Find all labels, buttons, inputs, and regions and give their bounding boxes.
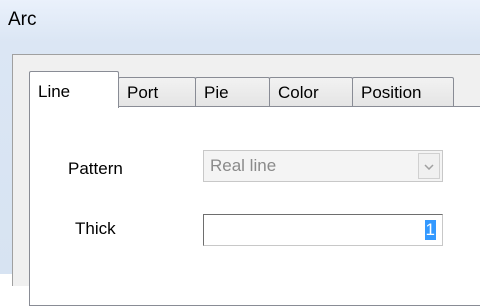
thick-input[interactable]: 1 — [203, 214, 443, 246]
title-bar[interactable]: Arc — [0, 0, 480, 42]
pattern-label: Pattern — [68, 159, 123, 178]
chevron-down-icon — [424, 164, 434, 170]
window-title: Arc — [8, 9, 37, 30]
thick-label: Thick — [75, 219, 116, 238]
tab-line[interactable]: Line — [29, 71, 119, 108]
tab-strip: Line Port Pie Color Position — [29, 71, 480, 108]
tab-position[interactable]: Position — [352, 77, 454, 107]
tab-label: Line — [38, 82, 71, 101]
pattern-select[interactable]: Real line — [203, 150, 443, 182]
pattern-select-value: Real line — [210, 156, 277, 175]
tab-content-line — [29, 106, 480, 306]
tab-label: Position — [361, 83, 422, 102]
dropdown-arrow-button[interactable] — [418, 153, 440, 179]
tab-label: Color — [278, 83, 319, 102]
tab-label: Pie — [204, 83, 229, 102]
thick-input-value: 1 — [424, 220, 436, 240]
tab-label: Port — [127, 83, 159, 102]
tab-color[interactable]: Color — [269, 77, 353, 107]
tab-pie[interactable]: Pie — [195, 77, 270, 107]
tab-port[interactable]: Port — [118, 77, 196, 107]
